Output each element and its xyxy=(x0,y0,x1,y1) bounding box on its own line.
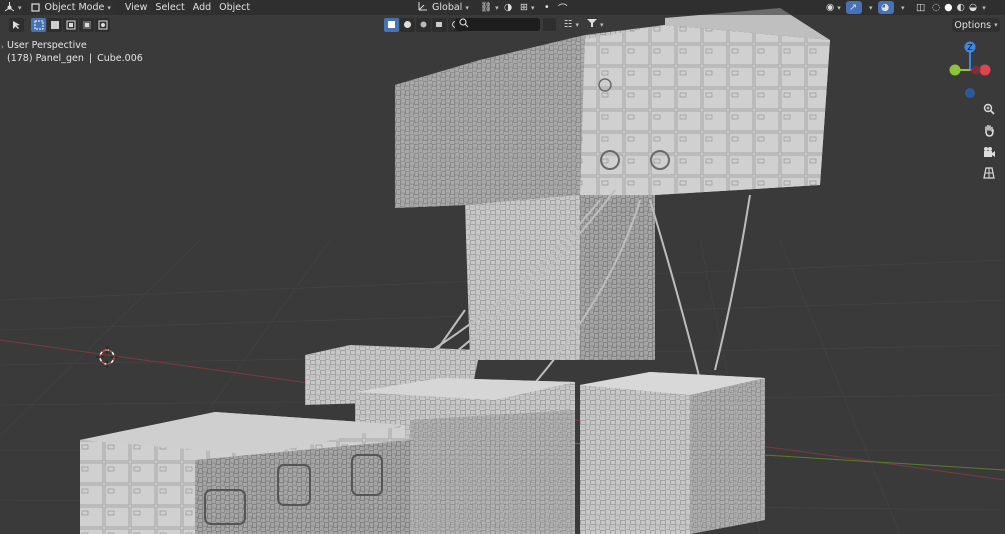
gizmo-arrow-icon: ↗ xyxy=(849,2,857,13)
cursor-arrow-icon[interactable] xyxy=(9,17,24,32)
funnel-filter-button[interactable]: ▾ xyxy=(583,18,608,31)
wireframe-shading-icon[interactable]: ◌ xyxy=(932,2,940,13)
overlays-toggle[interactable]: ◕ xyxy=(878,1,894,14)
base-block-front xyxy=(80,412,410,534)
select-tools xyxy=(9,17,111,32)
chevron-down-icon: ▾ xyxy=(107,3,111,12)
chevron-down-icon: ▾ xyxy=(530,3,535,12)
xray-toggle[interactable]: ◫ xyxy=(912,1,929,14)
menu-object[interactable]: Object xyxy=(215,1,254,14)
base-block-right xyxy=(580,372,765,534)
x-axis-handle xyxy=(979,64,991,76)
menu-add[interactable]: Add xyxy=(189,1,215,14)
editor-type-button[interactable]: ▾ xyxy=(0,1,26,14)
snap-button[interactable]: ◑ xyxy=(500,1,516,14)
chevron-down-icon: ▾ xyxy=(994,21,998,29)
select-subtract-icon[interactable] xyxy=(63,17,78,32)
sort-button[interactable]: ☷ ▾ xyxy=(560,18,583,31)
separator: | xyxy=(88,53,93,64)
hand-icon[interactable] xyxy=(978,120,1000,140)
chevron-down-icon: ▾ xyxy=(495,3,499,12)
chevron-down-icon: ▾ xyxy=(600,20,604,29)
transform-orientation-select[interactable]: Global ▾ xyxy=(414,1,473,14)
view-perspective-label: User Perspective xyxy=(7,40,87,51)
3d-cursor xyxy=(96,346,118,368)
tower-column xyxy=(465,195,655,360)
eye-icon: ◉ xyxy=(826,2,835,13)
camera-icon[interactable] xyxy=(978,142,1000,162)
chevron-down-icon: ▾ xyxy=(18,3,22,12)
chevron-down-icon: ▾ xyxy=(901,3,905,12)
object-mode-icon xyxy=(30,2,41,13)
falloff-curve-icon: ⌒ xyxy=(558,3,568,15)
menu-select[interactable]: Select xyxy=(151,1,188,14)
filter-tools xyxy=(384,17,464,32)
search-icon xyxy=(459,18,469,31)
overlays-dropdown[interactable]: ▾ xyxy=(894,1,909,14)
3d-viewport[interactable]: ▾ Object Mode ▾ View Select Add Object G… xyxy=(0,0,1005,534)
object-info-suffix: Cube.006 xyxy=(97,53,143,64)
snap-target-button[interactable]: ⊞ ▾ xyxy=(516,1,538,14)
select-invert-icon[interactable] xyxy=(79,17,94,32)
chevron-down-icon[interactable]: ▾ xyxy=(982,4,986,12)
options-button[interactable]: Options ▾ xyxy=(952,18,1000,32)
toolbar-expand-arrow[interactable]: › xyxy=(1,43,4,51)
filter-mesh-icon[interactable] xyxy=(384,17,399,32)
chevron-down-icon: ▾ xyxy=(465,3,469,12)
zoom-icon[interactable] xyxy=(978,99,1000,119)
mode-label: Object Mode xyxy=(44,2,105,13)
funnel-icon xyxy=(587,18,597,31)
filter-sphere-icon[interactable] xyxy=(400,17,415,32)
neg-z-axis-handle xyxy=(965,88,975,98)
filter-camera-icon[interactable] xyxy=(432,17,447,32)
options-label: Options xyxy=(954,19,992,31)
chevron-down-icon: ▾ xyxy=(869,3,873,12)
proportional-dot-icon: • xyxy=(544,2,550,13)
proportional-edit-button[interactable]: • xyxy=(540,1,554,14)
filter-toggle-button[interactable] xyxy=(543,18,556,31)
grid-perspective-icon[interactable] xyxy=(978,163,1000,183)
chevron-down-icon: ▾ xyxy=(837,3,841,12)
link-icon: ⛓ xyxy=(480,2,493,13)
orientation-icon xyxy=(418,1,428,14)
select-intersect-icon[interactable] xyxy=(95,17,110,32)
pivot-point-button[interactable]: ⛓ ▾ xyxy=(476,1,503,14)
overlays-icon: ◕ xyxy=(881,2,890,13)
viewport-header: ▾ Object Mode ▾ View Select Add Object G… xyxy=(0,0,1005,15)
object-info-label: (178) Panel_gen | Cube.006 xyxy=(7,53,143,64)
shading-mode-group: ◌ ● ◐ ◒ ▾ xyxy=(928,1,988,14)
magnet-icon: ◑ xyxy=(504,2,513,13)
falloff-button[interactable]: ⌒ xyxy=(554,1,572,15)
gizmo-dropdown[interactable]: ▾ xyxy=(862,1,877,14)
z-axis-label: Z xyxy=(967,43,973,52)
material-shading-icon[interactable]: ◐ xyxy=(957,2,965,13)
sort-icon: ☷ xyxy=(564,19,573,30)
select-extend-icon[interactable] xyxy=(47,17,62,32)
menu-view[interactable]: View xyxy=(121,1,152,14)
mode-select[interactable]: Object Mode ▾ xyxy=(25,1,115,14)
filter-light-icon[interactable] xyxy=(416,17,431,32)
neg-x-axis-handle xyxy=(971,65,981,75)
snap-grid-icon: ⊞ xyxy=(520,2,528,13)
search-input[interactable] xyxy=(455,18,540,31)
xray-icon: ◫ xyxy=(916,2,925,13)
select-new-icon[interactable] xyxy=(31,17,46,32)
object-info-prefix: (178) Panel_gen xyxy=(7,53,84,64)
solid-shading-icon[interactable]: ● xyxy=(944,2,952,13)
scene-render[interactable] xyxy=(0,0,1005,534)
gizmo-toggle[interactable]: ↗ xyxy=(846,1,862,14)
orientation-label: Global xyxy=(432,2,463,13)
rendered-shading-icon[interactable]: ◒ xyxy=(969,2,977,13)
y-axis-handle xyxy=(949,64,961,76)
visibility-button[interactable]: ◉ ▾ xyxy=(822,1,845,14)
chevron-down-icon: ▾ xyxy=(575,20,580,29)
tower-top-block xyxy=(395,8,830,208)
navigation-gizmo[interactable]: Z xyxy=(944,40,1000,100)
cube-gizmo-icon xyxy=(4,2,15,13)
